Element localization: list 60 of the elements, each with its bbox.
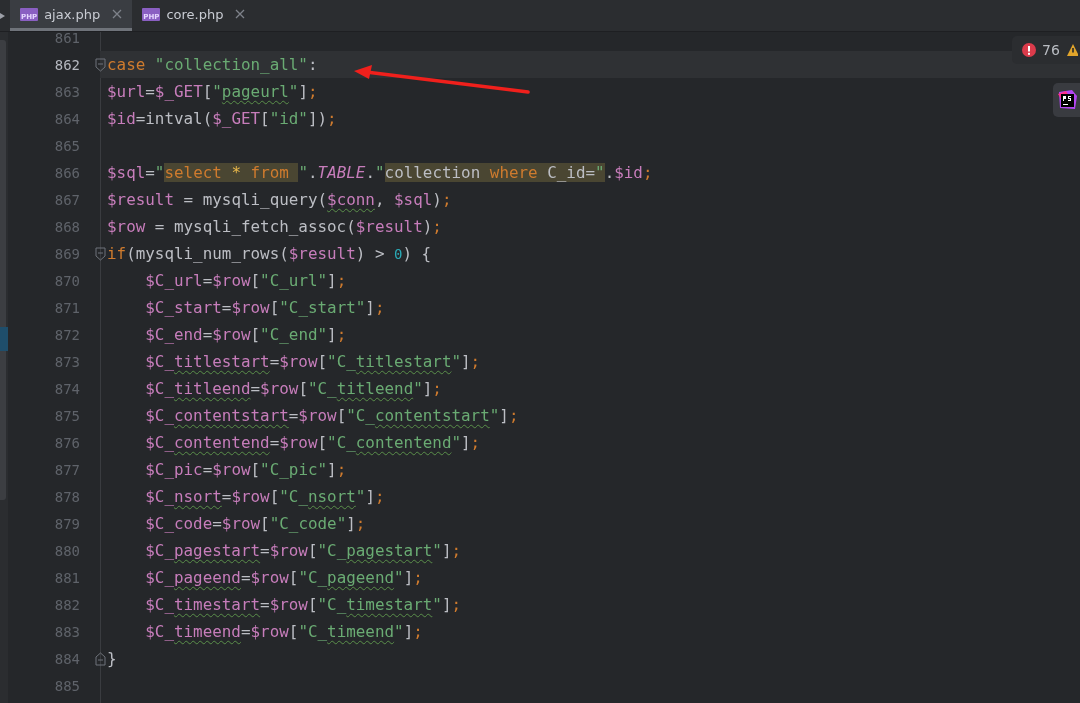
code-line: $C_url=$row["C_url"]; [145, 270, 347, 292]
code-line: $C_timeend=$row["C_timeend"]; [145, 621, 423, 643]
fold-icon[interactable] [95, 57, 106, 72]
warning-icon [1065, 43, 1078, 57]
inspection-widget[interactable]: 76 [1012, 36, 1080, 64]
close-icon[interactable] [112, 9, 123, 19]
line-number: 877 [53, 461, 80, 478]
code-line: $C_pagestart=$row["C_pagestart"]; [145, 540, 462, 562]
code-line: $row = mysqli_fetch_assoc($result); [107, 216, 442, 238]
code-line: case "collection_all": [107, 54, 318, 76]
code-line: $result = mysqli_query($conn, $sql); [107, 189, 452, 211]
app-tile[interactable] [1053, 83, 1080, 117]
line-number: 869 [53, 245, 80, 262]
code-line: $C_nsort=$row["C_nsort"]; [145, 486, 385, 508]
code-line: $C_code=$row["C_code"]; [145, 513, 366, 535]
line-number: 875 [53, 407, 80, 424]
code-line: $C_contentstart=$row["C_contentstart"]; [145, 405, 519, 427]
line-number: 865 [53, 137, 80, 154]
line-number: 882 [53, 596, 80, 613]
code-line: $C_contentend=$row["C_contentend"]; [145, 432, 481, 454]
line-number: 861 [53, 32, 80, 46]
code-line: $C_timestart=$row["C_timestart"]; [145, 594, 462, 616]
line-number: 863 [53, 83, 80, 100]
code-line: $C_titlestart=$row["C_titlestart"]; [145, 351, 481, 373]
close-icon[interactable] [235, 9, 246, 19]
line-number: 867 [53, 191, 80, 208]
fold-end-icon[interactable] [95, 651, 106, 666]
error-icon [1022, 43, 1036, 57]
line-number: 866 [53, 164, 80, 181]
line-number: 880 [53, 542, 80, 559]
code-line: $id=intval($_GET["id"]); [107, 108, 337, 130]
line-number: 884 [53, 650, 80, 667]
line-number: 876 [53, 434, 80, 451]
line-number: 883 [53, 623, 80, 640]
line-number: 871 [53, 299, 80, 316]
change-marker [0, 327, 8, 351]
code-line: $url=$_GET["pageurl"]; [107, 81, 318, 103]
caret-icon[interactable] [0, 10, 6, 21]
line-number: 873 [53, 353, 80, 370]
fold-icon[interactable] [95, 246, 106, 261]
code-line: $C_titleend=$row["C_titleend"]; [145, 378, 442, 400]
line-number: 872 [53, 326, 80, 343]
line-number: 885 [53, 677, 80, 694]
scrollbar-thumb[interactable] [0, 40, 6, 500]
line-number: 879 [53, 515, 80, 532]
line-number: 864 [53, 110, 80, 127]
line-number: 874 [53, 380, 80, 397]
code-line: $sql="select * from ".TABLE."collection where C_id=".$id; [107, 162, 653, 184]
line-number: 868 [53, 218, 80, 235]
error-count: 76 [1042, 42, 1060, 58]
line-number: 870 [53, 272, 80, 289]
line-number: 881 [53, 569, 80, 586]
code-line: $C_end=$row["C_end"]; [145, 324, 347, 346]
line-number: 862 [53, 56, 80, 73]
code-line: $C_pageend=$row["C_pageend"]; [145, 567, 423, 589]
code-line: $C_start=$row["C_start"]; [145, 297, 385, 319]
code-line: $C_pic=$row["C_pic"]; [145, 459, 347, 481]
code-line: if(mysqli_num_rows($result) > 0) { [107, 242, 432, 265]
code-line: } [107, 648, 117, 670]
line-number: 878 [53, 488, 80, 505]
